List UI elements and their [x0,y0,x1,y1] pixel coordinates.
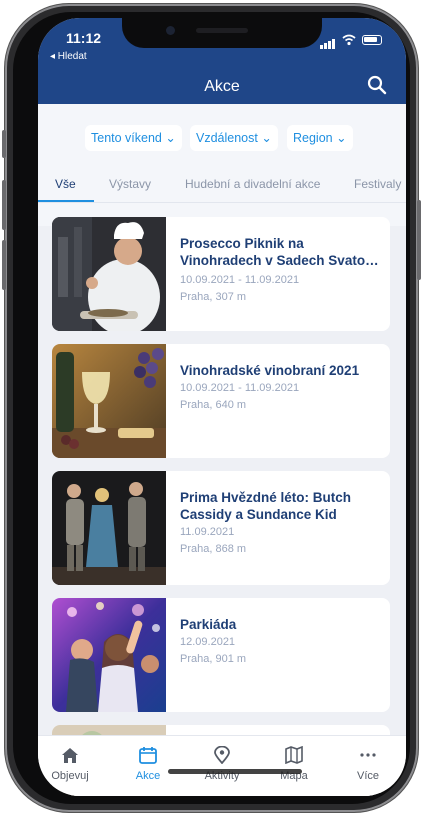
active-tab-indicator [38,200,94,202]
event-title: Vinohradské vinobraní 2021 [180,363,360,378]
page-title: Akce [204,78,240,95]
event-location: Praha, 640 m [180,399,247,411]
silent-switch [2,130,6,158]
calendar-icon [139,747,157,764]
volume-down-button [2,240,6,290]
tab-exhibitions[interactable]: Výstavy [109,177,151,191]
status-time: 11:12 [66,30,102,46]
home-icon [62,748,78,763]
event-dates: 10.09.2021 - 11.09.2021 [180,382,300,394]
battery-icon [362,35,382,45]
event-card[interactable]: Parkiáda 12.09.2021 Praha, 901 m [52,598,390,712]
event-location: Praha, 307 m [180,291,247,303]
tabbar-akce[interactable]: Akce [113,736,183,782]
status-icons [320,31,382,49]
wifi-icon [342,34,356,46]
event-card[interactable]: Prosecco Piknik na Vinohradech v Sadech … [52,217,390,331]
event-title: Parkiáda [180,617,237,632]
location-pin-icon [214,746,230,764]
tab-music-theatre[interactable]: Hudební a divadelní akce [185,177,320,191]
back-to-search-link[interactable]: ◂ Hledat [50,51,87,62]
camera [166,26,175,35]
event-image-wine [52,344,166,458]
event-dates: 11.09.2021 [180,526,235,538]
filter-region[interactable]: Region ⌄ [287,125,353,151]
power-button [417,200,421,280]
tabbar-label: Akce [135,770,161,782]
more-icon [360,753,376,757]
event-dates: 10.09.2021 - 11.09.2021 [180,274,300,286]
tabbar-objevuj[interactable]: Objevuj [38,736,105,782]
filter-weekend[interactable]: Tento víkend ⌄ [85,125,182,151]
signal-icon [320,31,336,49]
event-location: Praha, 901 m [180,653,247,665]
app-screen: 11:12 ◂ Hledat Akce Tento víkend ⌄ Vzdál… [38,18,406,796]
tabbar-mapa[interactable]: Mapa [259,736,329,782]
tabbar-label: Více [356,770,379,782]
volume-up-button [2,180,6,230]
filters-area [38,104,406,226]
event-dates: 12.09.2021 [180,636,236,648]
map-icon [285,746,303,764]
event-card[interactable]: Prima Hvězdné léto: Butch Cassidy a Sund… [52,471,390,585]
event-location: Praha, 868 m [180,543,247,555]
notch [122,18,322,48]
event-card[interactable]: Vinohradské vinobraní 2021 10.09.2021 - … [52,344,390,458]
tabs-divider [38,202,406,203]
home-indicator[interactable] [168,769,302,774]
tabbar-label: Objevuj [51,770,89,782]
tabbar-aktivity[interactable]: Aktivity [187,736,257,782]
tab-all[interactable]: Vše [55,177,76,191]
search-icon[interactable] [366,74,388,96]
event-image-party [52,598,166,712]
filter-distance[interactable]: Vzdálenost ⌄ [190,125,278,151]
bottom-tab-bar: Objevuj Akce Aktivity Mapa Více [38,735,406,796]
event-image-chef [52,217,166,331]
event-image-theatre [52,471,166,585]
app-header: 11:12 ◂ Hledat Akce [38,18,406,104]
tabbar-vice[interactable]: Více [333,736,403,782]
event-title: Prima Hvězdné léto: Butch Cassidy a Sund… [180,490,352,522]
speaker [196,28,248,33]
tab-festivals[interactable]: Festivaly [354,177,401,191]
event-title: Prosecco Piknik na Vinohradech v Sadech … [180,236,379,268]
